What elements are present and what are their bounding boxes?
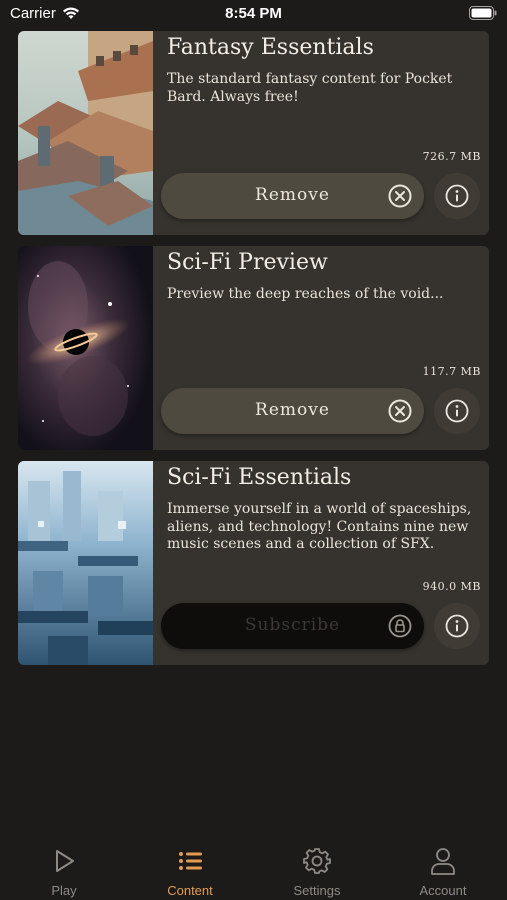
subscribe-button[interactable]: Subscribe [161,603,424,649]
pack-size: 940.0 MB [422,580,481,593]
pack-size: 117.7 MB [422,365,481,378]
info-icon [445,399,469,423]
remove-button-label: Remove [255,400,330,420]
pack-size: 726.7 MB [422,150,481,163]
lock-icon [388,614,412,638]
pack-description: Preview the deep reaches of the void... [167,286,444,302]
content-card-sci-fi-essentials[interactable]: Sci-Fi Essentials Immerse yourself in a … [18,461,489,665]
circle-x-icon [388,184,412,208]
status-bar: Carrier 8:54 PM [0,0,507,30]
pack-description: Immerse yourself in a world of spaceship… [167,501,472,552]
play-icon [56,850,74,872]
list-icon [179,852,202,870]
content-card-fantasy-essentials[interactable]: Fantasy Essentials The standard fantasy … [18,31,489,235]
pack-title: Sci-Fi Essentials [167,465,352,490]
tab-account[interactable]: Account [380,836,506,900]
circle-x-icon [388,399,412,423]
remove-button[interactable]: Remove [161,388,424,434]
clock: 8:54 PM [225,5,282,22]
remove-button-label: Remove [255,185,330,205]
info-button[interactable] [434,388,480,434]
tab-play[interactable]: Play [1,836,127,900]
tab-bar: Play Content Settings Account [0,836,507,900]
gear-icon [303,848,331,874]
info-button[interactable] [434,173,480,219]
tab-content-label: Content [167,883,213,898]
content-card-sci-fi-preview[interactable]: Sci-Fi Preview Preview the deep reaches … [18,246,489,450]
subscribe-button-label: Subscribe [244,615,341,635]
remove-button[interactable]: Remove [161,173,424,219]
pack-description: The standard fantasy content for Pocket … [167,71,453,105]
pack-title: Sci-Fi Preview [167,250,328,275]
tab-settings-label: Settings [293,883,341,898]
tab-settings[interactable]: Settings [254,836,380,900]
person-icon [431,848,455,875]
info-icon [445,614,469,638]
tab-play-label: Play [51,883,77,898]
fantasy-town-artwork [18,31,153,235]
pack-title: Fantasy Essentials [167,35,374,60]
info-button[interactable] [434,603,480,649]
black-hole-artwork [18,246,153,450]
tab-content[interactable]: Content [127,836,253,900]
floating-city-artwork [18,461,153,665]
battery-icon [469,6,497,20]
tab-account-label: Account [419,883,467,898]
info-icon [445,184,469,208]
